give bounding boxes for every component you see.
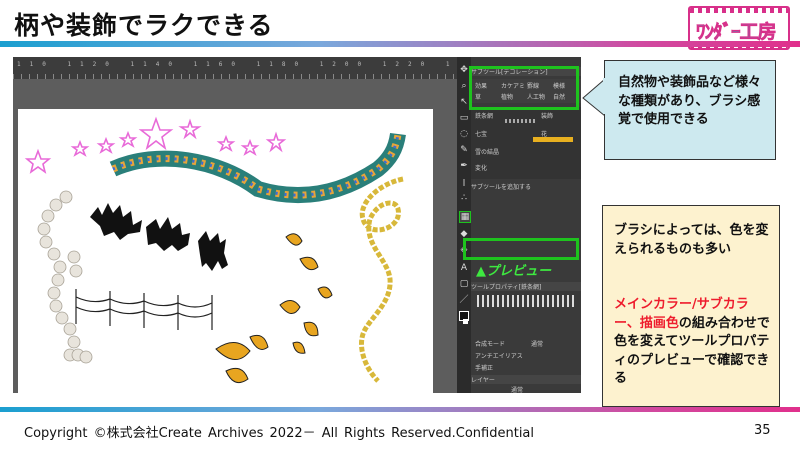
eyedropper-tool-icon[interactable]: ✎ xyxy=(459,145,469,155)
operation-tool-icon[interactable]: ↖ xyxy=(459,97,469,107)
footer-gradient-bar xyxy=(0,407,800,412)
page-number: 35 xyxy=(754,423,771,438)
header-gradient-bar xyxy=(0,41,800,47)
callout-natural-objects: 自然物や装飾品など様々な種類があり、ブラシ感覚で使用できる xyxy=(604,60,776,160)
tool-property-header: ツールプロパティ[鉄条網] xyxy=(471,282,581,291)
brush-tool-icon[interactable]: ꞁ xyxy=(459,177,469,187)
stabilization-label: 手補正 xyxy=(475,365,494,372)
layer-blend-mode[interactable]: 通常 xyxy=(511,385,523,393)
drawing-canvas[interactable] xyxy=(18,109,433,393)
subtool-item[interactable]: 装飾 xyxy=(541,111,553,120)
sub-color-swatch[interactable] xyxy=(463,319,468,324)
decoration-artwork xyxy=(24,116,406,384)
add-subtool-button[interactable]: サブツールを追加する xyxy=(471,182,581,191)
subtool-item[interactable]: 雪の結晶 xyxy=(475,147,499,156)
decoration-tool-icon[interactable]: ▦ xyxy=(459,211,471,223)
callout-1-text: 自然物や装飾品など様々な種類があり、ブラシ感覚で使用できる xyxy=(618,75,762,127)
logo-text: ﾜﾝﾀﾞｰ工房 xyxy=(696,21,777,44)
subtool-item[interactable]: 七宝 xyxy=(475,129,487,138)
subtool-highlight-box xyxy=(469,66,579,110)
line-tool-icon[interactable]: ／ xyxy=(459,295,469,305)
lasso-tool-icon[interactable]: ◌ xyxy=(459,129,469,139)
callout-2-detail: メインカラー/サブカラー、描画色の組み合わせで色を変えてツールプロパティのプレビ… xyxy=(614,296,774,389)
film-strip-top xyxy=(690,8,788,13)
brush-stroke-sample xyxy=(533,137,573,142)
brush-stroke-sample xyxy=(505,119,535,123)
pearl-string xyxy=(37,190,93,364)
frame-tool-icon[interactable]: ▢ xyxy=(459,279,469,289)
callout-color-change: ブラシによっては、色を変えられるものも多い メインカラー/サブカラー、描画色の組… xyxy=(602,205,780,407)
select-tool-icon[interactable]: ▭ xyxy=(459,113,469,123)
subtool-list: 鉄条網 装飾 七宝 花 雪の結晶 変化 xyxy=(471,107,581,179)
callout-2-intro: ブラシによっては、色を変えられるものも多い xyxy=(614,223,769,257)
move-tool-icon[interactable]: ✥ xyxy=(459,65,469,75)
autumn-leaves xyxy=(215,233,333,384)
layer-header: レイヤー xyxy=(471,375,581,384)
black-plants xyxy=(90,203,228,271)
subtool-item[interactable]: 花 xyxy=(541,129,547,138)
preview-label: ▲プレビュー xyxy=(476,264,551,279)
copyright-text: Copyright ©株式会社Create Archives 2022－ All… xyxy=(24,426,535,441)
brush-preview-strip xyxy=(477,295,575,307)
fence xyxy=(75,289,213,330)
slide-title: 柄や装飾でラクできる xyxy=(14,11,274,40)
callout-arrow-joint xyxy=(603,78,606,114)
blend-mode-value[interactable]: 通常 xyxy=(531,339,543,348)
antialias-label: アンチエイリアス xyxy=(475,353,523,360)
zoom-tool-icon[interactable]: ⌕ xyxy=(459,81,469,91)
subtool-item[interactable]: 変化 xyxy=(475,163,487,172)
text-tool-icon[interactable]: A xyxy=(459,263,469,273)
canvas-ruler: 110 1120 1140 1160 1180 1200 1220 1240 1… xyxy=(13,57,550,79)
pen-tool-icon[interactable]: ✒ xyxy=(459,161,469,171)
blend-mode-label: 合成モード xyxy=(475,341,506,348)
subtool-item[interactable]: 鉄条網 xyxy=(475,111,493,120)
preview-highlight-box xyxy=(463,238,579,260)
airbrush-tool-icon[interactable]: ∴ xyxy=(459,193,469,203)
app-screenshot: 110 1120 1140 1160 1180 1200 1220 1240 1… xyxy=(13,57,581,393)
